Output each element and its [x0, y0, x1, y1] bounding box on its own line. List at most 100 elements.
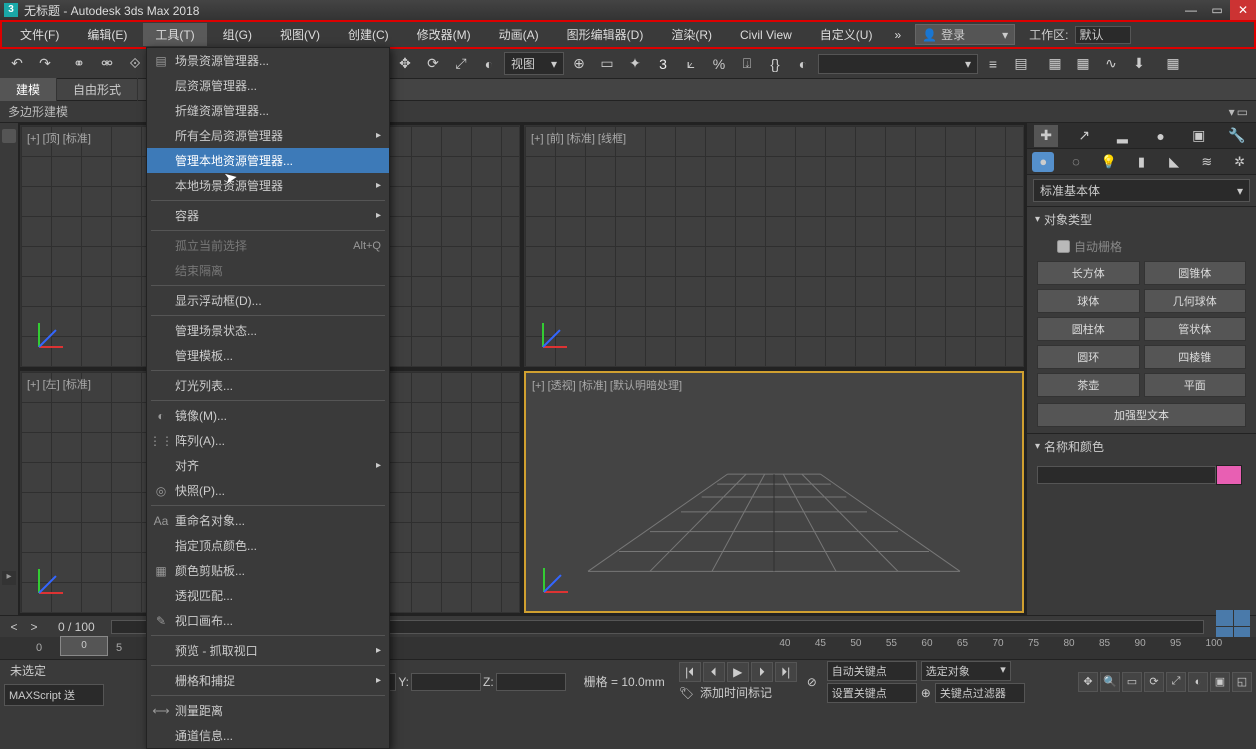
add-time-tag[interactable]: 添加时间标记: [700, 684, 772, 701]
time-slider-thumb[interactable]: 0: [60, 636, 108, 656]
menu-item[interactable]: 指定顶点颜色...: [147, 533, 389, 558]
autokey-button[interactable]: 自动关键点: [827, 661, 917, 681]
matedit-icon[interactable]: ▦: [1070, 51, 1096, 77]
menu-customize[interactable]: 自定义(U): [808, 23, 885, 46]
schematic-icon[interactable]: ▦: [1042, 51, 1068, 77]
menu-item[interactable]: 本地场景资源管理器▸: [147, 173, 389, 198]
manip-icon[interactable]: ✦: [622, 51, 648, 77]
redo-icon[interactable]: ↷: [32, 51, 58, 77]
ribbon-pane-icon[interactable]: ▭: [1237, 105, 1248, 119]
prim-pyramid[interactable]: 四棱锥: [1144, 345, 1247, 369]
mirror-icon[interactable]: ◐: [790, 51, 816, 77]
prim-tube[interactable]: 管状体: [1144, 317, 1247, 341]
time-prev-icon[interactable]: <: [6, 620, 22, 634]
ribbon-tab-modeling[interactable]: 建模: [0, 78, 57, 101]
maxscript-mini[interactable]: MAXScript 送: [4, 684, 104, 706]
viewport-perspective[interactable]: [+] [透视] [标准] [默认明暗处理]: [524, 371, 1024, 613]
geometry-icon[interactable]: ●: [1032, 152, 1054, 172]
systems-icon[interactable]: ✲: [1229, 152, 1251, 172]
restore-icon[interactable]: ▭: [1204, 0, 1230, 20]
menu-animation[interactable]: 动画(A): [487, 23, 551, 46]
percentsnap-icon[interactable]: %: [706, 51, 732, 77]
pivotcenter-icon[interactable]: ⊕: [566, 51, 592, 77]
y-input[interactable]: [411, 673, 481, 691]
menu-item[interactable]: 所有全局资源管理器▸: [147, 123, 389, 148]
link-icon[interactable]: ⚭: [66, 51, 92, 77]
menu-item[interactable]: 折缝资源管理器...: [147, 98, 389, 123]
menu-group[interactable]: 组(G): [211, 23, 264, 46]
object-name-input[interactable]: [1037, 466, 1216, 484]
menu-modifiers[interactable]: 修改器(M): [405, 23, 483, 46]
zoom-icon[interactable]: 🔍: [1100, 672, 1120, 692]
display-tab-icon[interactable]: ▣: [1187, 125, 1211, 147]
menu-item[interactable]: 管理本地资源管理器...: [147, 148, 389, 173]
menu-item[interactable]: 管理场景状态...: [147, 318, 389, 343]
mat-slot-icon[interactable]: ◐: [476, 51, 502, 77]
menu-civilview[interactable]: Civil View: [728, 25, 804, 45]
menu-item[interactable]: Aa重命名对象...: [147, 508, 389, 533]
curveedit-icon[interactable]: ∿: [1098, 51, 1124, 77]
prim-teapot[interactable]: 茶壶: [1037, 373, 1140, 397]
menu-edit[interactable]: 编辑(E): [75, 23, 139, 46]
shapes-icon[interactable]: ◌: [1065, 152, 1087, 172]
prim-cylinder[interactable]: 圆柱体: [1037, 317, 1140, 341]
select-icon[interactable]: ▭: [594, 51, 620, 77]
prim-cone[interactable]: 圆锥体: [1144, 261, 1247, 285]
modify-tab-icon[interactable]: ↗: [1072, 125, 1096, 147]
prim-plane[interactable]: 平面: [1144, 373, 1247, 397]
menu-item[interactable]: 层资源管理器...: [147, 73, 389, 98]
unlink-icon[interactable]: ⚮: [94, 51, 120, 77]
hierarchy-tab-icon[interactable]: ▂: [1110, 125, 1134, 147]
autogrid-checkbox[interactable]: 自动栅格: [1037, 238, 1246, 255]
prim-geosphere[interactable]: 几何球体: [1144, 289, 1247, 313]
layers-icon[interactable]: ▤: [1008, 51, 1034, 77]
utilities-tab-icon[interactable]: 🔧: [1225, 125, 1249, 147]
time-next-icon[interactable]: >: [26, 620, 42, 634]
rendersetup-icon[interactable]: ⬇: [1126, 51, 1152, 77]
menu-item[interactable]: ◐镜像(M)...: [147, 403, 389, 428]
ribbon-tab-freeform[interactable]: 自由形式: [57, 78, 138, 101]
login-dropdown[interactable]: 👤 登录 ▾: [915, 24, 1015, 45]
prim-textplus[interactable]: 加强型文本: [1037, 403, 1246, 427]
menu-item[interactable]: 显示浮动框(D)...: [147, 288, 389, 313]
menu-item[interactable]: ⋮⋮阵列(A)...: [147, 428, 389, 453]
close-icon[interactable]: ✕: [1230, 0, 1256, 20]
menu-overflow-icon[interactable]: »: [888, 25, 907, 45]
menu-item[interactable]: 预览 - 抓取视口▸: [147, 638, 389, 663]
align-icon[interactable]: ≡: [980, 51, 1006, 77]
namedsel-icon[interactable]: {}: [762, 51, 788, 77]
menu-item[interactable]: 透视匹配...: [147, 583, 389, 608]
prim-box[interactable]: 长方体: [1037, 261, 1140, 285]
snap-icon[interactable]: 3: [650, 51, 676, 77]
orbit-icon[interactable]: ⟳: [1144, 672, 1164, 692]
key-mode-icon[interactable]: ⊘: [807, 675, 817, 689]
next-frame-icon[interactable]: ⏵: [751, 662, 773, 682]
renderframe-icon[interactable]: ▦: [1160, 51, 1186, 77]
spacewarps-icon[interactable]: ≋: [1196, 152, 1218, 172]
scale-icon[interactable]: ⤢: [448, 51, 474, 77]
viewport-front[interactable]: [+] [前] [标准] [线框]: [524, 125, 1024, 367]
menu-item[interactable]: ✎视口画布...: [147, 608, 389, 633]
pan-icon[interactable]: ✥: [1078, 672, 1098, 692]
anglesnap-icon[interactable]: ⟀: [678, 51, 704, 77]
prim-torus[interactable]: 圆环: [1037, 345, 1140, 369]
category-dropdown[interactable]: 标准基本体 ▾: [1033, 179, 1250, 202]
namedselset-dropdown[interactable]: ▾: [818, 54, 978, 74]
menu-file[interactable]: 文件(F): [8, 23, 71, 46]
menu-item[interactable]: ▦颜色剪贴板...: [147, 558, 389, 583]
menu-create[interactable]: 创建(C): [336, 23, 401, 46]
menu-view[interactable]: 视图(V): [268, 23, 332, 46]
lights-icon[interactable]: 💡: [1098, 152, 1120, 172]
object-color-swatch[interactable]: [1216, 465, 1242, 485]
rollout-object-type[interactable]: 对象类型: [1027, 206, 1256, 232]
menu-tools[interactable]: 工具(T): [143, 23, 206, 46]
menu-render[interactable]: 渲染(R): [659, 23, 724, 46]
create-tab-icon[interactable]: ✚: [1034, 125, 1058, 147]
menu-item[interactable]: 通道信息...: [147, 723, 389, 748]
bind-icon[interactable]: ⟐: [122, 51, 148, 77]
strip-play-icon[interactable]: ▸: [2, 571, 16, 585]
autogrid-check-input[interactable]: [1057, 240, 1070, 253]
undo-icon[interactable]: ↶: [4, 51, 30, 77]
move-icon[interactable]: ✥: [392, 51, 418, 77]
ribbon-expand-icon[interactable]: ▾: [1229, 105, 1235, 119]
